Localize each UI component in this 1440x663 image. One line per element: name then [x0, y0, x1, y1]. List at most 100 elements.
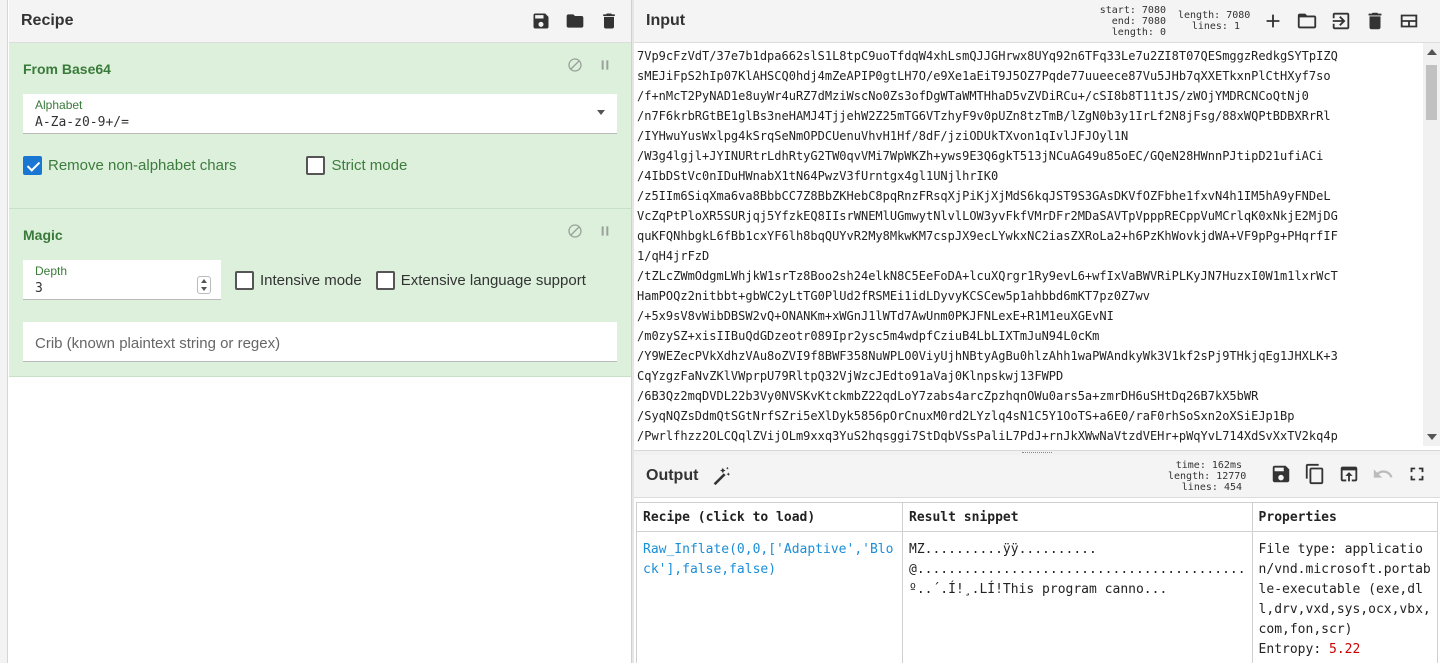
crib-input[interactable]: Crib (known plaintext string or regex) — [23, 322, 617, 362]
depth-stepper[interactable] — [197, 276, 211, 294]
operation-from-base64[interactable]: From Base64 Alphabet A-Za-z0-9+/= Remove… — [9, 43, 631, 209]
operation-title: Magic — [23, 227, 63, 243]
scroll-up-icon[interactable] — [1427, 49, 1437, 55]
magic-wand-icon[interactable] — [710, 465, 732, 487]
strict-mode-label: Strict mode — [331, 157, 408, 174]
clear-input-icon[interactable] — [1364, 10, 1386, 32]
input-line: HamPOQz2nitbbt+gbWC2yLtTG0PlUd2fRSMEi1id… — [637, 289, 1150, 303]
replace-input-icon[interactable] — [1338, 463, 1360, 485]
entropy-label: Entropy: — [1258, 642, 1329, 657]
input-line: /tZLcZWmOdgmLWhjkW1srTz8Boo2sh24elkN8C5E… — [637, 269, 1338, 283]
input-line: /m0zySZ+xisIIBuQdGDzeotr089Ipr2ysc5m4wdp… — [637, 329, 1100, 343]
output-panel: Output time: 162ms length: 12770 lines: … — [634, 455, 1440, 663]
input-line: /Y9WEZecPVkXdhzVAu8oZVI9f8BWF358NuWPLO0V… — [637, 349, 1338, 363]
input-line: sMEJiFpS2hIp07KlAHSCQ0hdj4mZeAPIP0gtLH7O… — [637, 69, 1331, 83]
time-value: 162ms — [1211, 459, 1242, 471]
add-tab-icon[interactable] — [1262, 10, 1284, 32]
output-length-label: length: — [1168, 470, 1211, 482]
table-header-row: Recipe (click to load) Result snippet Pr… — [636, 502, 1439, 532]
alphabet-label: Alphabet — [35, 98, 83, 112]
crib-placeholder: Crib (known plaintext string or regex) — [35, 335, 281, 352]
folder-icon[interactable] — [565, 11, 585, 31]
checkbox-unchecked-icon[interactable] — [235, 270, 254, 290]
extensive-language-checkbox[interactable]: Extensive language support — [375, 270, 586, 290]
open-folder-icon[interactable] — [1296, 10, 1318, 32]
time-label: time: — [1175, 459, 1206, 471]
start-value: 7080 — [1141, 4, 1166, 16]
checkbox-checked-icon[interactable] — [23, 156, 42, 175]
input-line: /4IbDStVc0nIDuHWnabX1tN64PwzV3fUrntgx4gl… — [637, 169, 999, 183]
save-output-icon[interactable] — [1270, 463, 1292, 485]
checkbox-unchecked-icon[interactable] — [375, 270, 395, 290]
input-line: CqYzgzFaNvZKlVWprpU79RltpQ32VjWzcJEdto91… — [637, 369, 1064, 383]
remove-nonalpha-checkbox[interactable]: Remove non-alphabet chars — [23, 156, 236, 175]
start-label: start: — [1099, 4, 1136, 16]
input-lines-value: 1 — [1233, 21, 1240, 32]
input-line: /SyqNQZsDdmQtSGtNrfSZri5eXlDyk5856pOrCnu… — [637, 409, 1295, 423]
chevron-down-icon[interactable] — [597, 110, 605, 115]
save-icon[interactable] — [531, 11, 551, 31]
output-length-value: 12770 — [1216, 470, 1247, 482]
input-line: 7Vp9cFzVdT/37e7b1dpa662slS1L8tpC9uoTfdqW… — [637, 49, 1338, 63]
input-textarea[interactable]: 7Vp9cFzVdT/37e7b1dpa662slS1L8tpC9uoTfdqW… — [637, 46, 1417, 446]
entropy-value: 5.22 — [1329, 642, 1361, 657]
input-line: /z5IIm6SiqXma6va8BbbCC7Z8BbZKHebC8pqRnzF… — [637, 189, 1331, 203]
intensive-mode-label: Intensive mode — [260, 271, 362, 289]
entropy-row: Entropy: 5.22 — [1259, 640, 1431, 660]
output-title: Output — [646, 467, 699, 484]
alphabet-select[interactable]: Alphabet A-Za-z0-9+/= — [23, 94, 617, 134]
output-header: Output time: 162ms length: 12770 lines: … — [634, 455, 1440, 498]
end-label: end: — [1111, 15, 1136, 27]
input-length-stats: length: 7080 lines: 1 — [1178, 10, 1250, 32]
input-header: Input start: 7080 end: 7080 length: 0 le… — [634, 0, 1440, 43]
disable-icon[interactable] — [567, 57, 583, 73]
snippet-cell: MZ..........ÿÿ..........@...............… — [902, 531, 1253, 663]
input-scrollbar[interactable] — [1423, 43, 1440, 446]
end-value: 7080 — [1141, 15, 1166, 27]
input-line: /f+nMcT2PyNAD1e8uyWr4uRZ7dMziWscNo0Zs3of… — [637, 89, 1309, 103]
trash-icon[interactable] — [599, 11, 619, 31]
open-file-icon[interactable] — [1330, 10, 1352, 32]
depth-value[interactable]: 3 — [35, 281, 43, 296]
recipe-load-link[interactable]: Raw_Inflate(0,0,['Adaptive','Block'],fal… — [643, 542, 893, 577]
input-line: /Pwrlfhzz2OLCQqlZVijOLm9xxq3YuS2hqsggi7S… — [637, 429, 1338, 443]
checkbox-unchecked-icon[interactable] — [306, 156, 326, 175]
scroll-down-icon[interactable] — [1427, 434, 1437, 440]
input-line: VcZqPtPloXR5SURjqj5YfzkEQ8IIsrWNEMlUGmwy… — [637, 209, 1338, 223]
column-header-recipe: Recipe (click to load) — [636, 502, 903, 532]
pause-icon[interactable] — [597, 57, 613, 73]
result-snippet: MZ..........ÿÿ..........@...............… — [909, 542, 1246, 597]
undo-icon[interactable] — [1372, 463, 1394, 485]
depth-input[interactable]: Depth 3 — [23, 260, 221, 300]
input-line: /IYHwuYusWxlpg4kSrqSeNmOPDCUenuVhvH1Hf/8… — [637, 129, 1129, 143]
cyberchef-app: Recipe From Base64 Alphabet A-Za-z0-9+/=… — [0, 0, 1440, 663]
layout-icon[interactable] — [1398, 10, 1420, 32]
input-line: /W3g4lgjl+JYINURtrLdhRtyG2TW0qvVMi7WpWKZ… — [637, 149, 1324, 163]
operation-magic[interactable]: Magic Depth 3 Intensive mode Extensive l… — [9, 209, 631, 377]
input-title: Input — [646, 12, 686, 29]
recipe-title: Recipe — [21, 12, 74, 29]
column-header-properties: Properties — [1251, 502, 1439, 532]
selection-length-label: length: — [1111, 26, 1154, 38]
copy-icon[interactable] — [1304, 463, 1326, 485]
pause-icon[interactable] — [597, 223, 613, 239]
input-line: /6B3Qz2mqDVDL22b3Vy0NVSKvKtckmbZ22qdLoY7… — [637, 389, 1259, 403]
left-sidebar-strip — [0, 0, 8, 663]
remove-nonalpha-label: Remove non-alphabet chars — [48, 157, 237, 174]
selection-length-value: 0 — [1159, 26, 1166, 38]
input-line: quKFQNhbgkL6fBb1cxYF6lh8bqQUYvR2My8MkwKM… — [637, 229, 1338, 243]
output-stats: time: 162ms length: 12770 lines: 454 — [1168, 459, 1246, 493]
scrollbar-thumb[interactable] — [1426, 65, 1437, 120]
disable-icon[interactable] — [567, 223, 583, 239]
table-row: Raw_Inflate(0,0,['Adaptive','Block'],fal… — [636, 531, 1439, 663]
maximize-icon[interactable] — [1406, 463, 1428, 485]
input-line: /n7F6krbRGtBE1glBs3neHAMJ4TjjehW2Z25mTG6… — [637, 109, 1331, 123]
operation-title: From Base64 — [23, 61, 111, 77]
input-panel: Input start: 7080 end: 7080 length: 0 le… — [634, 0, 1440, 450]
input-selection-stats: start: 7080 end: 7080 length: 0 — [1086, 5, 1166, 38]
strict-mode-checkbox[interactable]: Strict mode — [306, 156, 407, 175]
extensive-language-label: Extensive language support — [400, 271, 586, 289]
intensive-mode-checkbox[interactable]: Intensive mode — [235, 270, 362, 290]
input-lines-label: lines: — [1191, 21, 1228, 32]
magic-results-table: Recipe (click to load) Result snippet Pr… — [636, 502, 1439, 663]
